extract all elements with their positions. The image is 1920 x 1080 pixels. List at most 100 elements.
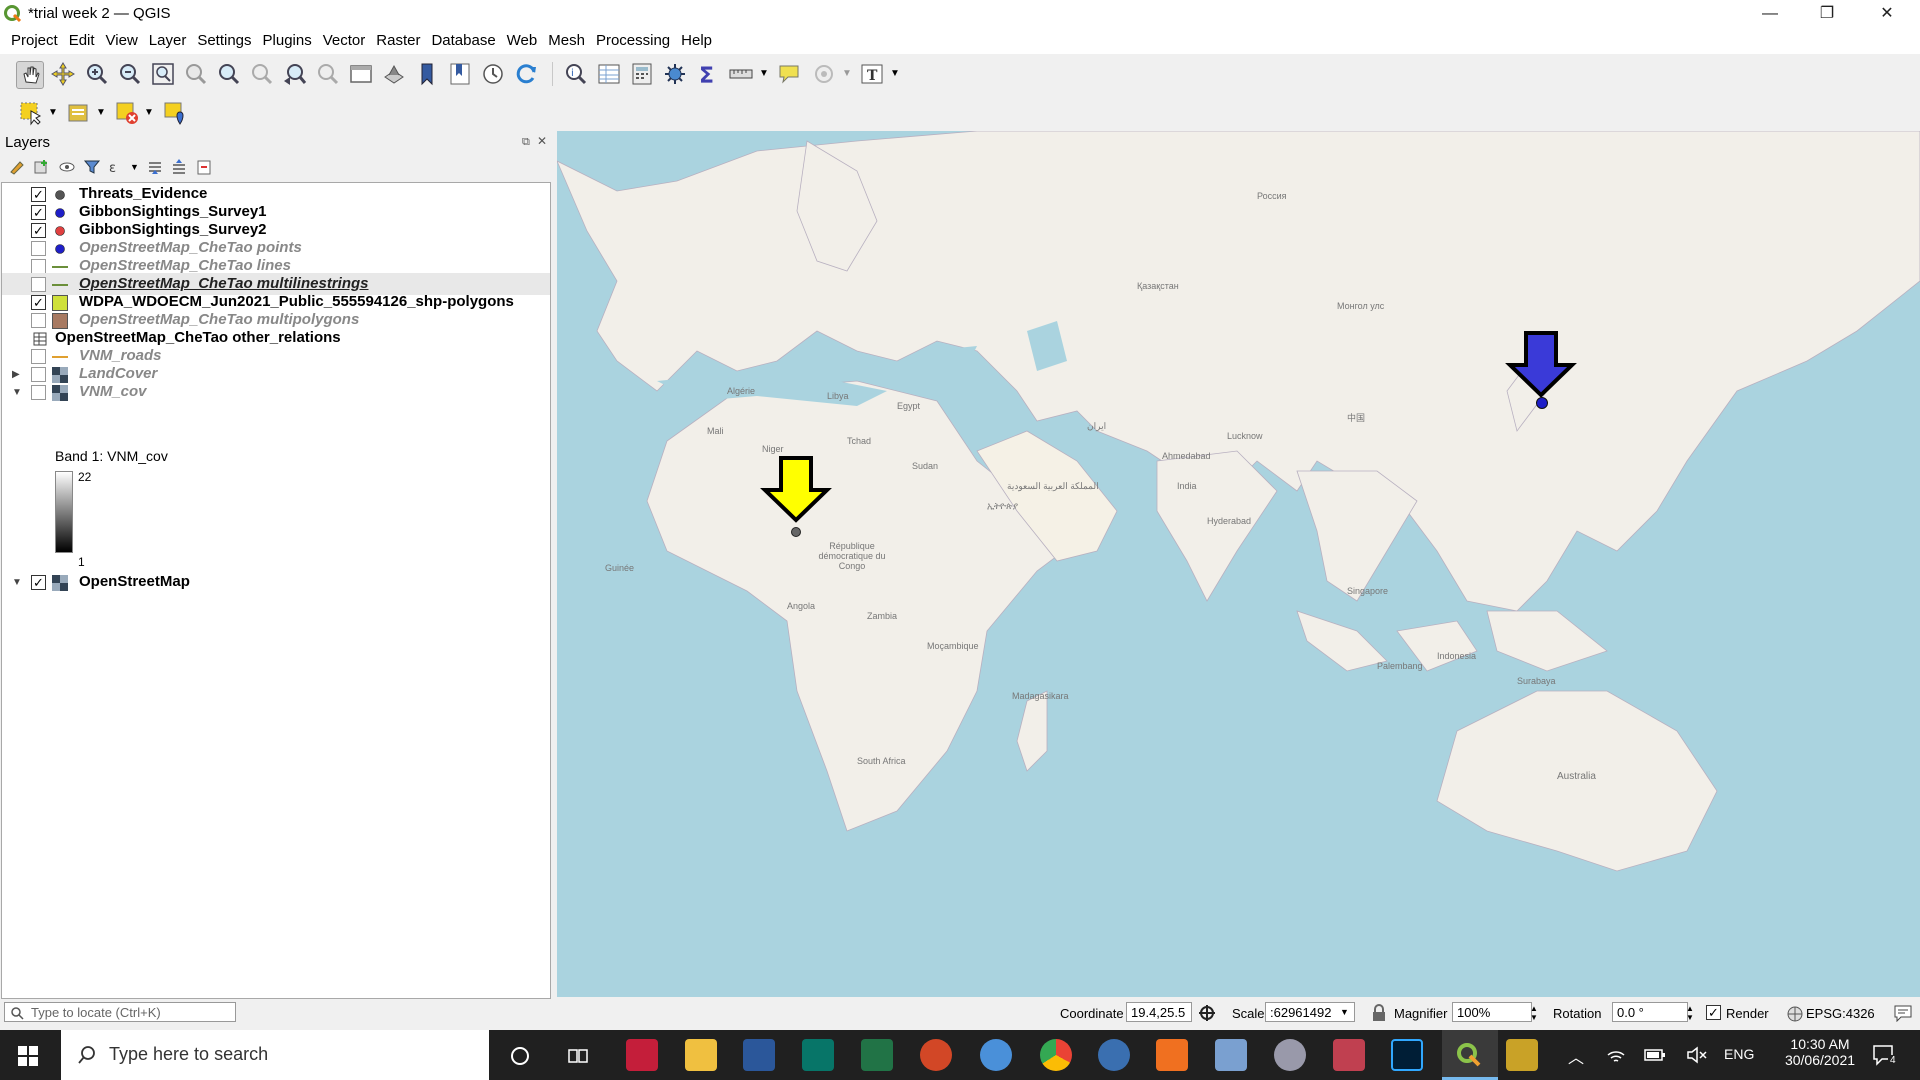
maximize-button[interactable]: ❐ — [1804, 0, 1850, 28]
threat-point-marker[interactable] — [790, 526, 802, 538]
menu-raster[interactable]: Raster — [365, 28, 420, 49]
magnifier-spinbox[interactable]: 100% — [1452, 1002, 1532, 1022]
show-bookmarks-icon[interactable] — [447, 61, 473, 87]
layer-visibility-checkbox[interactable] — [31, 349, 46, 364]
layer-row-openstreetmap[interactable]: ▼ ✓ OpenStreetMap — [2, 571, 550, 593]
remove-layer-icon[interactable] — [195, 158, 213, 176]
action-dropdown-icon[interactable]: ▼ — [842, 68, 852, 79]
powerpoint-app-icon[interactable] — [920, 1039, 952, 1071]
float-panel-icon[interactable]: ⧉ — [522, 136, 530, 149]
scale-dropdown-icon[interactable]: ▼ — [1340, 1007, 1349, 1017]
text-annotation-icon[interactable]: T — [859, 61, 885, 87]
network-app-icon[interactable] — [980, 1039, 1012, 1071]
select-by-location-icon[interactable] — [162, 100, 188, 126]
language-indicator[interactable]: ENG — [1724, 1046, 1754, 1062]
filter-by-expression-icon[interactable]: ε — [108, 158, 126, 176]
menu-plugins[interactable]: Plugins — [252, 28, 312, 49]
layer-visibility-checkbox[interactable]: ✓ — [31, 187, 46, 202]
zoom-in-icon[interactable] — [84, 61, 110, 87]
menu-processing[interactable]: Processing — [585, 28, 670, 49]
rotation-spinbox[interactable]: 0.0 ° — [1612, 1002, 1688, 1022]
windows-start-icon[interactable] — [18, 1046, 38, 1066]
expand-arrow-icon[interactable]: ▼ — [12, 577, 22, 588]
excel-app-icon[interactable] — [861, 1039, 893, 1071]
select-dropdown-icon[interactable]: ▼ — [48, 107, 58, 118]
pan-to-selection-icon[interactable] — [50, 61, 76, 87]
close-panel-icon[interactable]: ✕ — [537, 134, 547, 148]
crs-label[interactable]: EPSG:4326 — [1806, 1006, 1875, 1021]
layer-visibility-checkbox[interactable]: ✓ — [31, 205, 46, 220]
filter-legend-icon[interactable] — [83, 158, 101, 176]
crs-globe-icon[interactable] — [1786, 1005, 1804, 1023]
r-app-icon[interactable] — [1098, 1039, 1130, 1071]
new-map-view-icon[interactable] — [348, 61, 374, 87]
zoom-last-icon[interactable] — [282, 61, 308, 87]
layer-visibility-checkbox[interactable]: ✓ — [31, 575, 46, 590]
messages-icon[interactable] — [1893, 1004, 1913, 1022]
layer-visibility-checkbox[interactable] — [31, 277, 46, 292]
battery-icon[interactable] — [1644, 1047, 1666, 1063]
coordinate-field[interactable]: 19.4,25.5 — [1126, 1002, 1192, 1022]
deselect-dropdown-icon[interactable]: ▼ — [144, 107, 154, 118]
wifi-icon[interactable] — [1606, 1045, 1626, 1065]
layer-visibility-checkbox[interactable] — [31, 367, 46, 382]
volume-muted-icon[interactable] — [1686, 1045, 1708, 1065]
publisher-app-icon[interactable] — [802, 1039, 834, 1071]
menu-database[interactable]: Database — [420, 28, 495, 49]
layer-visibility-checkbox[interactable] — [31, 313, 46, 328]
layer-visibility-checkbox[interactable]: ✓ — [31, 295, 46, 310]
layer-visibility-checkbox[interactable] — [31, 259, 46, 274]
menu-vector[interactable]: Vector — [312, 28, 366, 49]
new-3d-view-icon[interactable] — [381, 61, 407, 87]
menu-view[interactable]: View — [95, 28, 138, 49]
map-tips-icon[interactable] — [776, 61, 802, 87]
identify-features-icon[interactable]: i — [563, 61, 589, 87]
expand-all-icon[interactable] — [146, 158, 164, 176]
toggle-extents-icon[interactable] — [1198, 1004, 1216, 1022]
locator-search-input[interactable]: Type to locate (Ctrl+K) — [4, 1002, 236, 1022]
select-features-icon[interactable] — [18, 100, 44, 126]
show-hidden-icons[interactable]: ︿ — [1568, 1044, 1584, 1068]
expand-arrow-icon[interactable]: ▼ — [12, 387, 22, 398]
layer-visibility-checkbox[interactable] — [31, 385, 46, 400]
open-attribute-table-icon[interactable] — [596, 61, 622, 87]
word-app-icon[interactable] — [743, 1039, 775, 1071]
paint-app-icon[interactable] — [1215, 1039, 1247, 1071]
layers-tree[interactable]: ✓ Threats_Evidence ✓ GibbonSightings_Survey… — [1, 182, 551, 999]
close-button[interactable]: ✕ — [1864, 0, 1910, 28]
collapse-arrow-icon[interactable]: ▶ — [12, 369, 20, 380]
minimize-button[interactable]: — — [1747, 0, 1793, 28]
word-document-app-icon[interactable] — [1506, 1039, 1538, 1071]
filter-dropdown-icon[interactable]: ▼ — [130, 162, 139, 172]
select-by-value-icon[interactable] — [66, 100, 92, 126]
map-canvas[interactable]: Niger Guinée Libya Egypt Sudan ኢትዮጵያ Rép… — [557, 131, 1920, 997]
taskbar-search-box[interactable]: Type here to search — [61, 1030, 489, 1080]
manage-map-themes-icon[interactable] — [58, 158, 76, 176]
zoom-next-icon[interactable] — [315, 61, 341, 87]
menu-project[interactable]: Project — [0, 28, 58, 49]
menu-web[interactable]: Web — [496, 28, 538, 49]
pan-map-button[interactable] — [16, 61, 44, 89]
zoom-out-icon[interactable] — [117, 61, 143, 87]
magnifier-stepper-icon[interactable]: ▲ ▼ — [1530, 1004, 1538, 1022]
clock[interactable]: 10:30 AM 30/06/2021 — [1770, 1036, 1870, 1068]
refresh-icon[interactable] — [513, 61, 539, 87]
photoshop-app-icon[interactable] — [1391, 1039, 1423, 1071]
open-layer-styling-icon[interactable] — [8, 158, 26, 176]
measure-dropdown-icon[interactable]: ▼ — [759, 68, 769, 79]
layer-visibility-checkbox[interactable]: ✓ — [31, 223, 46, 238]
processing-toolbox-icon[interactable] — [662, 61, 688, 87]
qgis-taskbar-button[interactable] — [1442, 1030, 1498, 1080]
zoom-native-icon[interactable] — [249, 61, 275, 87]
statistical-summary-icon[interactable]: Σ — [695, 61, 721, 87]
field-calculator-icon[interactable] — [629, 61, 655, 87]
menu-mesh[interactable]: Mesh — [537, 28, 585, 49]
annotation-dropdown-icon[interactable]: ▼ — [890, 68, 900, 79]
file-explorer-app-icon[interactable] — [685, 1039, 717, 1071]
menu-settings[interactable]: Settings — [186, 28, 251, 49]
calendar-app-icon[interactable] — [1333, 1039, 1365, 1071]
add-group-icon[interactable] — [32, 158, 50, 176]
new-bookmark-icon[interactable] — [414, 61, 440, 87]
measure-line-icon[interactable] — [728, 61, 754, 87]
gis-app-icon[interactable] — [1156, 1039, 1188, 1071]
